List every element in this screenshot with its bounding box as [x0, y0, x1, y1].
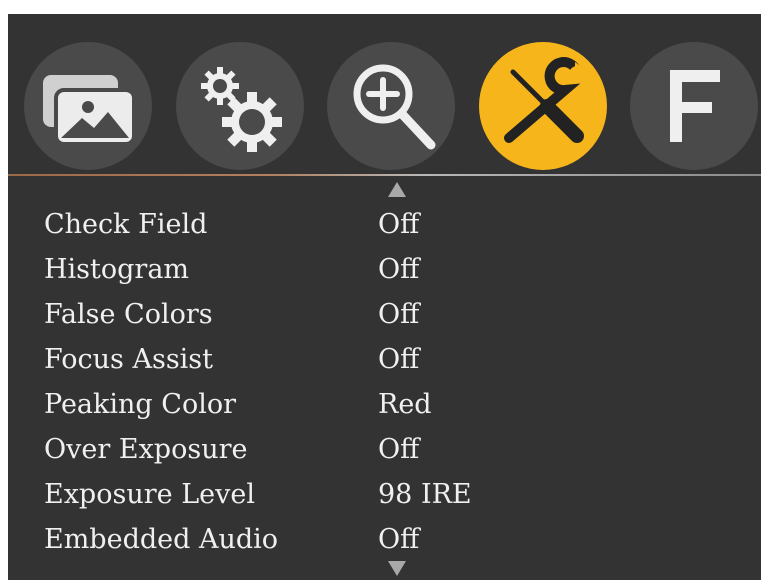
- osd-menu-screen: Check Field Off Histogram Off False Colo…: [8, 14, 761, 580]
- menu-item-value: Off: [378, 434, 420, 465]
- menu-item-label: Embedded Audio: [44, 524, 279, 555]
- menu-item-value: Off: [378, 299, 420, 330]
- tab-divider: [8, 174, 761, 176]
- menu-item-exposure-level[interactable]: Exposure Level 98 IRE: [8, 474, 761, 519]
- menu-item-value: Off: [378, 209, 420, 240]
- menu-item-peaking-color[interactable]: Peaking Color Red: [8, 384, 761, 429]
- menu-item-check-field[interactable]: Check Field Off: [8, 204, 761, 249]
- scroll-down-arrow-icon[interactable]: [388, 561, 406, 576]
- menu-item-label: Peaking Color: [44, 389, 236, 420]
- menu-item-value: Off: [378, 524, 420, 555]
- tab-function[interactable]: [630, 42, 758, 170]
- menu-item-label: False Colors: [44, 299, 213, 330]
- menu-item-embedded-audio[interactable]: Embedded Audio Off: [8, 519, 761, 564]
- tab-zoom[interactable]: [327, 42, 455, 170]
- settings-menu-list: Check Field Off Histogram Off False Colo…: [8, 204, 761, 564]
- menu-item-focus-assist[interactable]: Focus Assist Off: [8, 339, 761, 384]
- menu-item-histogram[interactable]: Histogram Off: [8, 249, 761, 294]
- tab-image[interactable]: [24, 42, 152, 170]
- menu-item-value: 98 IRE: [378, 479, 472, 510]
- menu-item-false-colors[interactable]: False Colors Off: [8, 294, 761, 339]
- function-f-icon: [670, 70, 720, 142]
- menu-item-value: Off: [378, 344, 420, 375]
- menu-item-label: Exposure Level: [44, 479, 255, 510]
- tab-tools[interactable]: [479, 42, 607, 170]
- menu-item-label: Focus Assist: [44, 344, 214, 375]
- image-icon: [43, 75, 136, 146]
- menu-item-value: Off: [378, 254, 420, 285]
- scroll-up-arrow-icon[interactable]: [388, 182, 406, 197]
- tools-icon: [504, 57, 585, 143]
- menu-item-label: Histogram: [44, 254, 190, 285]
- menu-item-value: Red: [378, 389, 432, 420]
- menu-item-label: Check Field: [44, 209, 208, 240]
- zoom-in-icon: [353, 64, 436, 150]
- menu-item-over-exposure[interactable]: Over Exposure Off: [8, 429, 761, 474]
- tab-settings[interactable]: [176, 42, 304, 170]
- gears-icon: [201, 67, 282, 152]
- menu-item-label: Over Exposure: [44, 434, 248, 465]
